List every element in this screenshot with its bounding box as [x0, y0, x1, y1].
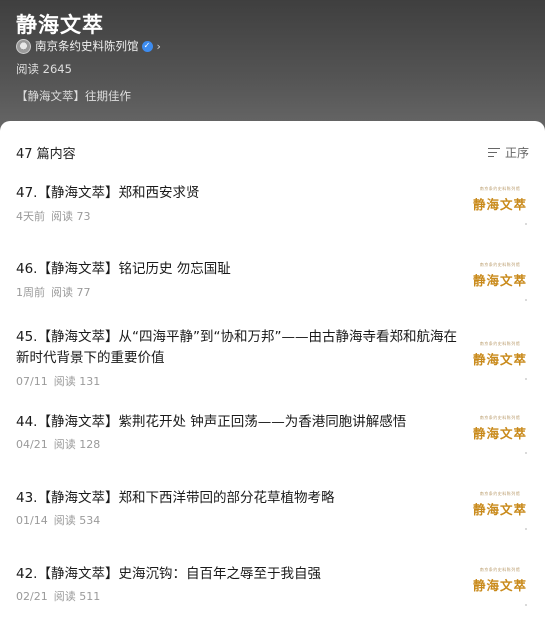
article-title: 46.【静海文萃】铭记历史 勿忘国耻	[16, 261, 231, 277]
sort-label: 正序	[504, 145, 529, 160]
thumbnail-caption: 南京条约史料陈列馆	[479, 186, 521, 191]
article-thumbnail: 南京条约史料陈列馆 静海文萃	[471, 183, 529, 227]
article-thumbnail: 南京条约史料陈列馆 静海文萃	[471, 259, 529, 303]
article-reads: 阅读 128	[53, 438, 101, 451]
thumbnail-title: 静海文萃	[472, 197, 527, 212]
article-title: 44.【静海文萃】紫荆花开处 钟声正回荡——为香港同胞讲解感悟	[16, 414, 407, 430]
thumbnail-dot	[525, 223, 527, 225]
article-reads: 阅读 77	[51, 286, 91, 299]
thumbnail-dot	[525, 378, 527, 380]
avatar	[16, 38, 31, 54]
article-title: 42.【静海文萃】史海沉钩：自百年之辱至于我自强	[16, 566, 321, 582]
article-meta: 01/14 阅读 534	[16, 512, 100, 528]
verified-icon: ✓	[141, 40, 153, 52]
series-link[interactable]: 【静海文萃】往期佳作	[16, 88, 131, 104]
list-item[interactable]: 47.【静海文萃】郑和西安求贤 4天前 阅读 73 南京条约史料陈列馆 静海文萃	[16, 183, 529, 243]
article-title: 43.【静海文萃】郑和下西洋带回的部分花草植物考略	[16, 490, 335, 506]
list-item[interactable]: 44.【静海文萃】紫荆花开处 钟声正回荡——为香港同胞讲解感悟 04/21 阅读 …	[16, 412, 529, 472]
thumbnail-title: 静海文萃	[472, 273, 527, 288]
thumbnail-caption: 南京条约史料陈列馆	[479, 567, 521, 572]
chevron-right-icon: ›	[156, 39, 161, 53]
article-reads: 阅读 534	[53, 514, 101, 527]
article-meta: 4天前 阅读 73	[16, 208, 91, 224]
article-title: 45.【静海文萃】从“四海平静”到“协和万邦”——由古静海寺看郑和航海在新时代背…	[16, 329, 457, 366]
article-meta: 04/21 阅读 128	[16, 436, 100, 452]
thumbnail-caption: 南京条约史料陈列馆	[479, 415, 521, 420]
article-count: 47 篇内容	[16, 146, 76, 162]
thumbnail-title: 静海文萃	[472, 578, 527, 593]
sort-button[interactable]: 正序	[487, 144, 529, 161]
article-time: 02/21	[16, 590, 48, 603]
thumbnail-title: 静海文萃	[472, 502, 527, 517]
article-time: 4天前	[16, 210, 45, 223]
list-item[interactable]: 43.【静海文萃】郑和下西洋带回的部分花草植物考略 01/14 阅读 534 南京…	[16, 488, 529, 548]
article-time: 1周前	[16, 286, 45, 299]
article-time: 07/11	[16, 375, 48, 388]
article-thumbnail: 南京条约史料陈列馆 静海文萃	[471, 338, 529, 382]
author-link[interactable]: 南京条约史料陈列馆 ✓ ›	[16, 38, 161, 54]
thumbnail-caption: 南京条约史料陈列馆	[479, 491, 521, 496]
article-list-panel: 47 篇内容 正序 47.【静海文萃】郑和西安求贤 4天前 阅读 73 南京条约史…	[0, 121, 545, 625]
thumbnail-dot	[525, 528, 527, 530]
article-title: 47.【静海文萃】郑和西安求贤	[16, 185, 200, 201]
article-reads: 阅读 73	[51, 210, 91, 223]
thumbnail-caption: 南京条约史料陈列馆	[479, 262, 521, 267]
list-item[interactable]: 46.【静海文萃】铭记历史 勿忘国耻 1周前 阅读 77 南京条约史料陈列馆 静海…	[16, 259, 529, 319]
article-meta: 02/21 阅读 511	[16, 588, 100, 604]
thumbnail-title: 静海文萃	[472, 426, 527, 441]
article-thumbnail: 南京条约史料陈列馆 静海文萃	[471, 564, 529, 608]
list-item[interactable]: 42.【静海文萃】史海沉钩：自百年之辱至于我自强 02/21 阅读 511 南京条…	[16, 564, 529, 624]
thumbnail-caption: 南京条约史料陈列馆	[479, 341, 521, 346]
article-meta: 07/11 阅读 131	[16, 373, 100, 389]
article-reads: 阅读 511	[53, 590, 101, 603]
article-time: 04/21	[16, 438, 48, 451]
article-time: 01/14	[16, 514, 48, 527]
list-toolbar: 47 篇内容 正序	[16, 143, 529, 162]
album-title: 静海文萃	[16, 13, 104, 37]
article-reads: 阅读 131	[53, 375, 101, 388]
article-meta: 1周前 阅读 77	[16, 284, 91, 300]
article-thumbnail: 南京条约史料陈列馆 静海文萃	[471, 412, 529, 456]
thumbnail-dot	[525, 452, 527, 454]
album-reads: 阅读 2645	[16, 62, 72, 76]
thumbnail-title: 静海文萃	[472, 352, 527, 367]
sort-icon	[487, 147, 500, 158]
thumbnail-dot	[525, 299, 527, 301]
author-name: 南京条约史料陈列馆	[35, 39, 139, 53]
list-item[interactable]: 45.【静海文萃】从“四海平静”到“协和万邦”——由古静海寺看郑和航海在新时代背…	[16, 327, 529, 389]
article-thumbnail: 南京条约史料陈列馆 静海文萃	[471, 488, 529, 532]
thumbnail-dot	[525, 604, 527, 606]
album-header: 静海文萃 南京条约史料陈列馆 ✓ › 阅读 2645 【静海文萃】往期佳作	[0, 0, 545, 140]
